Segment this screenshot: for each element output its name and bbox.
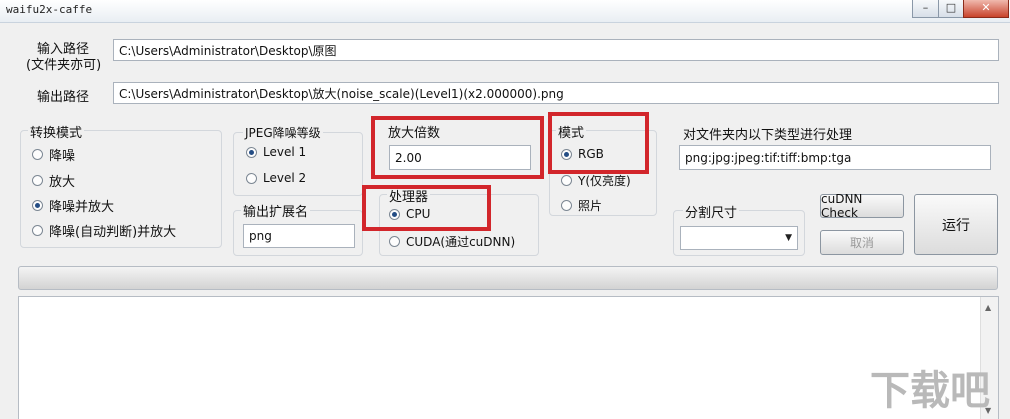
window-title: waifu2x-caffe <box>6 3 93 16</box>
output-path-field[interactable]: C:\Users\Administrator\Desktop\放大(noise_… <box>113 82 999 104</box>
radio-rgb-label: RGB <box>578 147 604 161</box>
close-button[interactable]: ✕ <box>963 0 1009 18</box>
radio-denoise-upscale[interactable]: 降噪并放大 <box>32 196 114 215</box>
radio-denoise-upscale-label: 降噪并放大 <box>49 200 115 215</box>
radio-upscale[interactable]: 放大 <box>32 171 75 190</box>
radio-denoise-upscale-dot <box>32 200 43 211</box>
radio-level-1-dot <box>246 146 257 158</box>
output-ext-field[interactable]: png <box>243 224 355 248</box>
split-size-title: 分割尺寸 <box>683 202 740 221</box>
minimize-button[interactable]: – <box>912 0 939 18</box>
radio-cpu-label: CPU <box>406 207 431 221</box>
input-path-field[interactable]: C:\Users\Administrator\Desktop\原图 <box>113 39 999 61</box>
maximize-icon: □ <box>945 1 957 14</box>
radio-denoise[interactable]: 降噪 <box>32 145 75 164</box>
cancel-button[interactable]: 取消 <box>820 230 904 255</box>
maximize-button[interactable]: □ <box>938 0 964 18</box>
close-icon: ✕ <box>981 1 991 14</box>
log-area[interactable]: ▲ ▼ <box>18 296 999 419</box>
radio-y-only-dot <box>561 175 572 186</box>
radio-cuda-label: CUDA(通过cuDNN) <box>406 235 516 249</box>
radio-rgb-dot <box>561 148 572 160</box>
jpeg-noise-group <box>233 132 363 196</box>
radio-level-2-dot <box>246 172 257 184</box>
radio-photo-label: 照片 <box>578 199 603 213</box>
radio-cuda-dot <box>389 236 400 247</box>
radio-level-1-label: Level 1 <box>263 145 307 159</box>
radio-photo-dot <box>561 200 572 211</box>
radio-upscale-label: 放大 <box>49 175 76 190</box>
progress-bar <box>18 266 998 290</box>
radio-level-2[interactable]: Level 2 <box>246 171 306 185</box>
radio-y-only-label: Y(仅亮度) <box>578 174 631 188</box>
chevron-down-icon: ▼ <box>785 233 792 243</box>
radio-photo[interactable]: 照片 <box>561 197 602 214</box>
radio-auto-denoise-upscale-label: 降噪(自动判断)并放大 <box>49 225 177 240</box>
processor-title: 处理器 <box>387 186 431 205</box>
radio-cuda[interactable]: CUDA(通过cuDNN) <box>389 233 515 250</box>
watermark-text: 下载吧 <box>870 368 990 414</box>
output-ext-title: 输出扩展名 <box>241 201 311 220</box>
title-bar: waifu2x-caffe – □ ✕ <box>0 0 1010 23</box>
radio-upscale-dot <box>32 175 43 186</box>
run-button[interactable]: 运行 <box>914 194 998 255</box>
radio-auto-denoise-upscale[interactable]: 降噪(自动判断)并放大 <box>32 221 176 240</box>
cudnn-check-button[interactable]: cuDNN Check <box>820 192 904 220</box>
split-size-select[interactable]: ▼ <box>680 226 798 250</box>
scroll-up-icon[interactable]: ▲ <box>985 303 991 312</box>
file-types-field[interactable]: png:jpg:jpeg:tif:tiff:bmp:tga <box>679 145 991 170</box>
output-path-label: 输出路径 <box>37 90 90 105</box>
jpeg-noise-title: JPEG降噪等级 <box>243 124 323 141</box>
radio-rgb[interactable]: RGB <box>561 147 604 161</box>
radio-level-2-label: Level 2 <box>263 171 307 185</box>
radio-denoise-label: 降噪 <box>49 149 76 164</box>
input-path-sublabel: (文件夹亦可) <box>26 58 102 73</box>
file-types-title: 对文件夹内以下类型进行处理 <box>683 128 853 143</box>
model-title: 模式 <box>556 122 587 141</box>
radio-level-1[interactable]: Level 1 <box>246 145 306 159</box>
radio-cpu[interactable]: CPU <box>389 207 430 221</box>
radio-cpu-dot <box>389 208 400 220</box>
scale-field[interactable]: 2.00 <box>389 145 531 170</box>
radio-auto-denoise-upscale-dot <box>32 225 43 236</box>
watermark-logo: 下载吧 <box>870 358 990 416</box>
radio-y-only[interactable]: Y(仅亮度) <box>561 172 631 189</box>
radio-denoise-dot <box>32 149 43 160</box>
conversion-mode-title: 转换模式 <box>28 122 85 141</box>
scale-title: 放大倍数 <box>388 126 441 141</box>
minimize-icon: – <box>922 1 929 14</box>
